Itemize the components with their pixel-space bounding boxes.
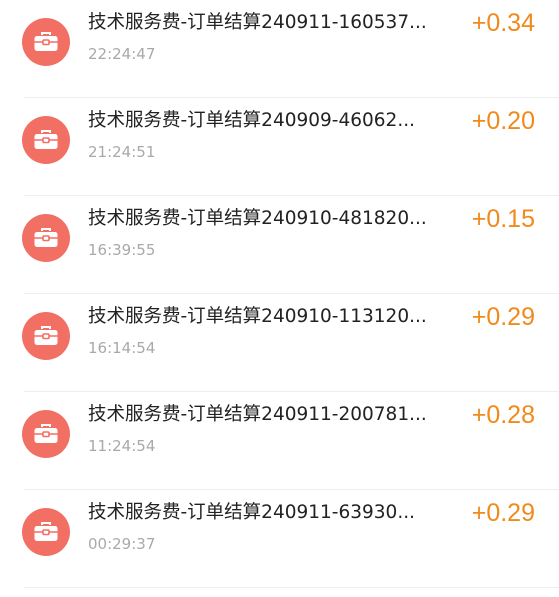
transaction-list: 技术服务费-订单结算240911-160537... 22:24:47 +0.3… xyxy=(0,0,559,597)
transaction-amount: +0.28 xyxy=(471,401,535,429)
transaction-time: 22:24:47 xyxy=(88,45,156,63)
transaction-row[interactable]: 技术服务费-订单结算240909-46062... 21:24:51 +0.20 xyxy=(0,98,559,196)
transaction-row[interactable]: 技术服务费-订单结算240910-113120... 16:14:54 +0.2… xyxy=(0,294,559,392)
transaction-amount: +0.20 xyxy=(471,107,535,135)
transaction-amount: +0.29 xyxy=(471,499,535,527)
transaction-row[interactable]: 技术服务费-订单结算240911-63930... 00:29:37 +0.29 xyxy=(0,490,559,588)
transaction-title: 技术服务费-订单结算240911-63930... xyxy=(88,502,415,523)
transaction-time: 00:29:37 xyxy=(88,535,156,553)
transaction-title: 技术服务费-订单结算240909-46062... xyxy=(88,110,415,131)
transaction-row[interactable]: 技术服务费-订单结算240911-200781... 11:24:54 +0.2… xyxy=(0,392,559,490)
toolbox-icon xyxy=(22,214,70,262)
toolbox-icon xyxy=(22,508,70,556)
transaction-title: 技术服务费-订单结算240911-200781... xyxy=(88,404,427,425)
transaction-title: 技术服务费-订单结算240910-113120... xyxy=(88,306,427,327)
toolbox-icon xyxy=(22,410,70,458)
divider xyxy=(24,587,559,588)
transaction-row[interactable]: 技术服务费-订单结算240911-160537... 22:24:47 +0.3… xyxy=(0,0,559,98)
transaction-title: 技术服务费-订单结算240911-160537... xyxy=(88,12,427,33)
transaction-row[interactable]: 技术服务费-订单结算240910-481820... 16:39:55 +0.1… xyxy=(0,196,559,294)
transaction-amount: +0.15 xyxy=(471,205,535,233)
transaction-title: 技术服务费-订单结算240910-481820... xyxy=(88,208,427,229)
transaction-time: 16:14:54 xyxy=(88,339,156,357)
transaction-time: 11:24:54 xyxy=(88,437,156,455)
transaction-time: 21:24:51 xyxy=(88,143,156,161)
transaction-amount: +0.34 xyxy=(471,9,535,37)
transaction-time: 16:39:55 xyxy=(88,241,156,259)
toolbox-icon xyxy=(22,312,70,360)
transaction-amount: +0.29 xyxy=(471,303,535,331)
toolbox-icon xyxy=(22,116,70,164)
toolbox-icon xyxy=(22,18,70,66)
